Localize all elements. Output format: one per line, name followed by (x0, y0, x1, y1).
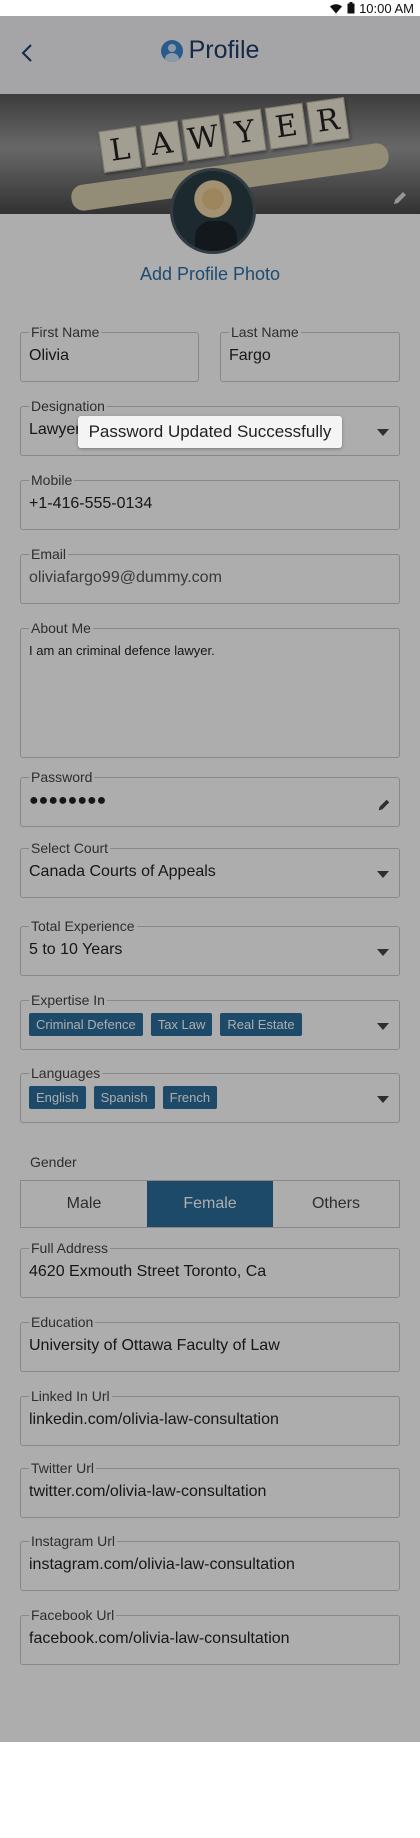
first-name-value: Olivia (29, 347, 70, 364)
court-value: Canada Courts of Appeals (29, 863, 216, 880)
tile: R (306, 96, 350, 144)
first-name-label: First Name (29, 324, 102, 340)
add-profile-photo-link[interactable]: Add Profile Photo (0, 264, 420, 285)
tile: Y (223, 108, 267, 156)
email-field[interactable]: Email oliviafargo99@dummy.com (20, 546, 400, 604)
chip[interactable]: Criminal Defence (29, 1013, 143, 1036)
app-header: Profile (0, 16, 420, 94)
instagram-field[interactable]: Instagram Url instagram.com/olivia-law-c… (20, 1533, 400, 1591)
linkedin-field[interactable]: Linked In Url linkedin.com/olivia-law-co… (20, 1388, 400, 1446)
password-label: Password (29, 769, 95, 785)
experience-label: Total Experience (29, 918, 137, 934)
tile: E (264, 102, 309, 150)
languages-select[interactable]: Languages English Spanish French (20, 1065, 400, 1123)
profile-screen: Profile L A W Y E R Add Profile Photo Fi… (0, 16, 420, 1742)
twitter-field[interactable]: Twitter Url twitter.com/olivia-law-consu… (20, 1460, 400, 1518)
linkedin-value: linkedin.com/olivia-law-consultation (29, 1411, 279, 1428)
email-value: oliviafargo99@dummy.com (29, 569, 222, 586)
gender-option-others[interactable]: Others (273, 1181, 399, 1227)
linkedin-label: Linked In Url (29, 1388, 112, 1404)
mobile-label: Mobile (29, 472, 75, 488)
battery-icon (347, 2, 355, 14)
last-name-value: Fargo (229, 347, 271, 364)
gender-segmented-control: Male Female Others (20, 1180, 400, 1228)
wifi-icon (330, 3, 343, 13)
languages-label: Languages (29, 1065, 103, 1081)
password-value: ●●●●●●●● (29, 792, 107, 809)
password-field[interactable]: Password ●●●●●●●● (20, 769, 400, 827)
mobile-value: +1-416-555-0134 (29, 495, 153, 512)
expertise-chips: Criminal Defence Tax Law Real Estate (29, 1013, 310, 1036)
about-me-label: About Me (29, 620, 93, 636)
twitter-label: Twitter Url (29, 1460, 96, 1476)
chip[interactable]: Real Estate (220, 1013, 302, 1036)
about-me-value: I am an criminal defence lawyer. (29, 643, 215, 658)
dropdown-arrow-icon (377, 949, 389, 956)
education-value: University of Ottawa Faculty of Law (29, 1337, 280, 1354)
address-label: Full Address (29, 1240, 111, 1256)
gender-option-female[interactable]: Female (147, 1181, 273, 1227)
about-me-textarea[interactable]: About Me I am an criminal defence lawyer… (20, 620, 400, 758)
experience-select[interactable]: Total Experience 5 to 10 Years (20, 918, 400, 976)
toast-message: Password Updated Successfully (78, 416, 342, 448)
chip[interactable]: Tax Law (150, 1013, 213, 1036)
chip[interactable]: French (162, 1086, 218, 1109)
facebook-value: facebook.com/olivia-law-consultation (29, 1630, 290, 1647)
gender-label: Gender (30, 1154, 77, 1170)
chip[interactable]: English (29, 1086, 86, 1109)
email-label: Email (29, 546, 69, 562)
experience-value: 5 to 10 Years (29, 941, 123, 958)
edit-cover-icon[interactable] (392, 190, 408, 206)
tile: W (181, 114, 225, 162)
dropdown-arrow-icon (377, 1096, 389, 1103)
dropdown-arrow-icon (377, 1023, 389, 1030)
last-name-label: Last Name (229, 324, 301, 340)
page-title: Profile (0, 36, 420, 65)
edit-password-icon[interactable] (377, 798, 391, 812)
tile: L (98, 126, 142, 174)
dropdown-arrow-icon (377, 871, 389, 878)
instagram-value: instagram.com/olivia-law-consultation (29, 1556, 295, 1573)
status-bar: 10:00 AM (0, 0, 420, 16)
facebook-label: Facebook Url (29, 1607, 117, 1623)
expertise-select[interactable]: Expertise In Criminal Defence Tax Law Re… (20, 992, 400, 1050)
address-field[interactable]: Full Address 4620 Exmouth Street Toronto… (20, 1240, 400, 1298)
avatar[interactable] (170, 168, 256, 254)
instagram-label: Instagram Url (29, 1533, 118, 1549)
designation-value: Lawyer (29, 421, 81, 438)
tile: A (139, 120, 184, 168)
last-name-field[interactable]: Last Name Fargo (220, 324, 400, 382)
chip[interactable]: Spanish (93, 1086, 155, 1109)
education-field[interactable]: Education University of Ottawa Faculty o… (20, 1314, 400, 1372)
page-title-text: Profile (188, 36, 260, 64)
first-name-field[interactable]: First Name Olivia (20, 324, 199, 382)
dropdown-arrow-icon (377, 429, 389, 436)
mobile-field[interactable]: Mobile +1-416-555-0134 (20, 472, 400, 530)
designation-label: Designation (29, 398, 107, 414)
court-label: Select Court (29, 840, 111, 856)
education-label: Education (29, 1314, 96, 1330)
expertise-label: Expertise In (29, 992, 107, 1008)
court-select[interactable]: Select Court Canada Courts of Appeals (20, 840, 400, 898)
user-icon (160, 39, 183, 62)
languages-chips: English Spanish French (29, 1086, 225, 1109)
twitter-value: twitter.com/olivia-law-consultation (29, 1483, 267, 1500)
gender-option-male[interactable]: Male (21, 1181, 147, 1227)
status-time: 10:00 AM (359, 0, 414, 16)
facebook-field[interactable]: Facebook Url facebook.com/olivia-law-con… (20, 1607, 400, 1665)
address-value: 4620 Exmouth Street Toronto, Ca (29, 1263, 267, 1280)
